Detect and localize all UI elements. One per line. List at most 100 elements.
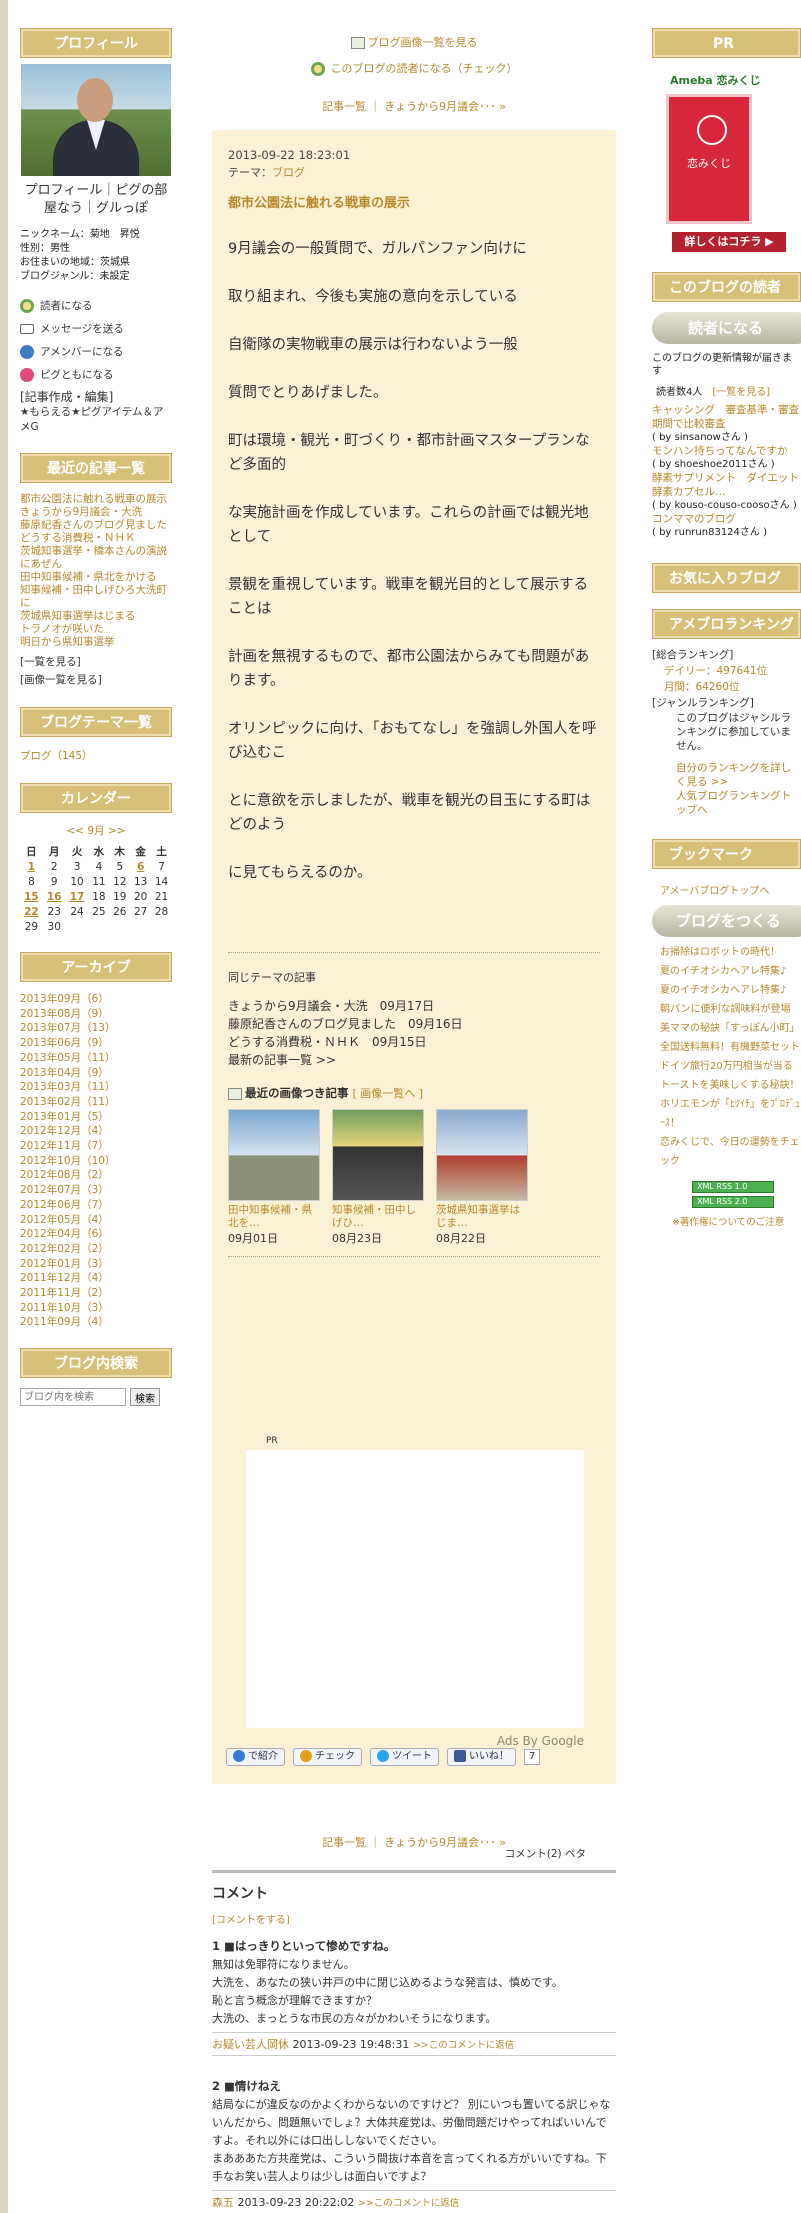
popular-ranking-link[interactable]: 人気ブログランキングトップへ — [652, 789, 801, 817]
reader-blog-link[interactable]: モンハン持ちってなんですか — [652, 444, 801, 458]
recent-images-link[interactable]: [画像一覧を見る] — [20, 671, 172, 689]
ad-slot[interactable] — [246, 1450, 584, 1728]
cal-day[interactable]: 15 — [20, 889, 43, 904]
monthly-rank[interactable]: 月間：64260位 — [652, 679, 801, 695]
archive-item[interactable]: 2012年04月（6） — [20, 1227, 172, 1242]
archive-item[interactable]: 2013年08月（9） — [20, 1007, 172, 1022]
image-list-label[interactable]: ブログ画像一覧を見る — [368, 36, 478, 49]
archive-item[interactable]: 2013年04月（9） — [20, 1066, 172, 1081]
archive-item[interactable]: 2013年07月（13） — [20, 1021, 172, 1036]
edit-link[interactable]: [記事作成・編集] — [20, 390, 172, 405]
archive-item[interactable]: 2011年10月（3） — [20, 1301, 172, 1316]
image-list-link[interactable]: ブログ画像一覧を見る — [212, 30, 616, 56]
tweet-button[interactable]: ツイート — [370, 1748, 439, 1766]
archive-item[interactable]: 2013年01月（5） — [20, 1110, 172, 1125]
ad-link[interactable]: 夏のイチオシカヘアレ特集♪ — [660, 962, 801, 981]
reply-link[interactable]: >>このコメントに返信 — [358, 2198, 459, 2209]
recent-item[interactable]: 藤原紀香さんのブログ見ました — [20, 519, 172, 532]
detail-button[interactable]: 詳しくはコチラ ▶ — [672, 232, 786, 252]
archive-item[interactable]: 2012年06月（7） — [20, 1198, 172, 1213]
recent-item[interactable]: 田中知事候補・県北をかける — [20, 571, 172, 584]
archive-item[interactable]: 2012年07月（3） — [20, 1183, 172, 1198]
related-item[interactable]: きょうから9月議会・大洗 09月17日 — [228, 997, 600, 1015]
reader-blog-link[interactable]: コンママのブログ — [652, 512, 801, 526]
thumbnail-caption[interactable]: 知事候補・田中しげひ… — [332, 1204, 424, 1230]
archive-item[interactable]: 2012年05月（4） — [20, 1213, 172, 1228]
omikuji-banner[interactable]: 恋みくじ — [666, 94, 752, 224]
article-nav-link[interactable]: 記事一覧 ｜ きょうから9月議会･･･ » — [322, 1836, 506, 1849]
recent-item[interactable]: きょうから9月議会・大洗 — [20, 506, 172, 519]
make-blog-button[interactable]: ブログをつくる — [652, 905, 801, 937]
cal-day[interactable]: 16 — [43, 889, 66, 904]
pig-item-link[interactable]: ★もらえる★ピグアイテム＆アメG — [20, 405, 172, 435]
reader-list-link[interactable]: [一覧を見る] — [712, 387, 770, 398]
article-nav-link[interactable]: 記事一覧 ｜ きょうから9月議会･･･ » — [322, 100, 506, 113]
theme-item[interactable]: ブログ（145） — [20, 747, 172, 765]
thumbnail-caption[interactable]: 田中知事候補・県北を… — [228, 1204, 320, 1230]
comment-author[interactable]: お疑い芸人岡休 — [212, 2038, 289, 2051]
pig-friend-link[interactable]: ピグともになる — [20, 367, 172, 382]
ad-link[interactable]: 全国送料無料！有機野菜セット — [660, 1038, 801, 1057]
recent-item[interactable]: 都市公園法に触れる戦車の展示 — [20, 493, 172, 506]
archive-item[interactable]: 2011年11月（2） — [20, 1286, 172, 1301]
rss1-badge[interactable]: XML RSS 1.0 — [692, 1181, 774, 1193]
ad-link[interactable]: お掃除はロボットの時代！ — [660, 943, 801, 962]
thumbnail-image[interactable] — [228, 1109, 320, 1201]
ad-link[interactable]: トーストを美味しくする秘訣！ — [660, 1076, 801, 1095]
calendar-nav[interactable]: << 9月 >> — [20, 823, 172, 838]
add-comment-label[interactable]: [コメントをする] — [212, 1915, 290, 1926]
ameblo-top-link[interactable]: アメーバブログトップへ — [660, 885, 801, 899]
theme-link[interactable]: ブログ — [272, 166, 305, 179]
archive-item[interactable]: 2012年10月（10） — [20, 1154, 172, 1169]
ad-link[interactable]: ドイツ旅行20万円相当が当る — [660, 1057, 801, 1076]
archive-item[interactable]: 2013年05月（11） — [20, 1051, 172, 1066]
become-amember-link[interactable]: アメンバーになる — [20, 344, 172, 359]
recent-item[interactable]: 明日から県知事選挙 — [20, 636, 172, 649]
ad-link[interactable]: 恋みくじで、今日の運勢をチェック — [660, 1133, 801, 1171]
thumbnail-image[interactable] — [332, 1109, 424, 1201]
archive-item[interactable]: 2012年11月（7） — [20, 1139, 172, 1154]
thumbnail-item[interactable]: 田中知事候補・県北を… 09月01日 — [228, 1109, 320, 1246]
thumbnail-image[interactable] — [436, 1109, 528, 1201]
archive-item[interactable]: 2012年08月（2） — [20, 1168, 172, 1183]
cal-day[interactable]: 22 — [20, 904, 43, 919]
own-ranking-link[interactable]: 自分のランキングを詳しく見る >> — [652, 761, 801, 789]
ads-by-google[interactable]: Ads By Google — [246, 1734, 584, 1748]
search-button[interactable]: 検索 — [130, 1388, 160, 1407]
recent-item[interactable]: トラノオが咲いた — [20, 623, 172, 636]
reader-link-label[interactable]: このブログの読者になる（チェック） — [331, 62, 518, 75]
archive-item[interactable]: 2013年06月（9） — [20, 1036, 172, 1051]
cal-day[interactable]: 1 — [20, 859, 43, 874]
profile-links[interactable]: プロフィール｜ピグの部屋なう｜グルっぽ — [20, 182, 172, 218]
archive-item[interactable]: 2012年01月（3） — [20, 1257, 172, 1272]
ad-link[interactable]: 朝パンに便利な調味料が登場 — [660, 1000, 801, 1019]
archive-item[interactable]: 2012年12月（4） — [20, 1124, 172, 1139]
copyright-note-link[interactable]: ※著作権についてのご注意 — [672, 1216, 801, 1230]
entry-footer-links[interactable]: コメント(2) ペタ — [505, 1846, 586, 1861]
ad-link[interactable]: ホリエモンが「ﾋﾂｲﾁ」をﾌﾟﾛﾃﾞｭｰｽ！ — [660, 1095, 801, 1133]
recent-item[interactable]: 知事候補・田中しげひろ大洗町に — [20, 584, 172, 610]
thumbnail-caption[interactable]: 茨城県知事選挙はじま… — [436, 1204, 528, 1230]
reader-blog-link[interactable]: 酵素サプリメント ダイエット酵素カプセル… — [652, 471, 801, 499]
become-reader-link[interactable]: 読者になる — [20, 298, 172, 313]
related-item[interactable]: 藤原紀香さんのブログ見ました 09月16日 — [228, 1015, 600, 1033]
entry-title[interactable]: 都市公園法に触れる戦車の展示 — [228, 192, 600, 211]
recent-item[interactable]: 茨城知事選挙・橋本さんの演説にあぜん — [20, 545, 172, 571]
ad-link[interactable]: 夏のイチオシカヘアレ特集♪ — [660, 981, 801, 1000]
recent-more-link[interactable]: [一覧を見る] — [20, 653, 172, 671]
like-button[interactable]: いいね！ — [447, 1748, 516, 1766]
comment-author[interactable]: 森五 — [212, 2196, 234, 2209]
share-button[interactable]: で紹介 — [226, 1748, 285, 1766]
archive-item[interactable]: 2013年09月（6） — [20, 992, 172, 1007]
cal-day[interactable]: 17 — [66, 889, 89, 904]
send-message-link[interactable]: メッセージを送る — [20, 321, 172, 336]
archive-item[interactable]: 2011年12月（4） — [20, 1271, 172, 1286]
archive-item[interactable]: 2013年03月（11） — [20, 1080, 172, 1095]
reader-button[interactable]: 読者になる — [652, 312, 801, 344]
recent-item[interactable]: どうする消費税・ＮＨＫ — [20, 532, 172, 545]
ameba-ad[interactable]: Ameba 恋みくじ — [670, 72, 786, 88]
reply-link[interactable]: >>このコメントに返信 — [413, 2040, 514, 2051]
become-reader-top-link[interactable]: このブログの読者になる（チェック） — [212, 56, 616, 82]
reader-blog-link[interactable]: キャッシング 審査基準・審査期間で比較審査 — [652, 403, 801, 431]
ad-link[interactable]: 美ママの秘訣「すっぽん小町」 — [660, 1019, 801, 1038]
